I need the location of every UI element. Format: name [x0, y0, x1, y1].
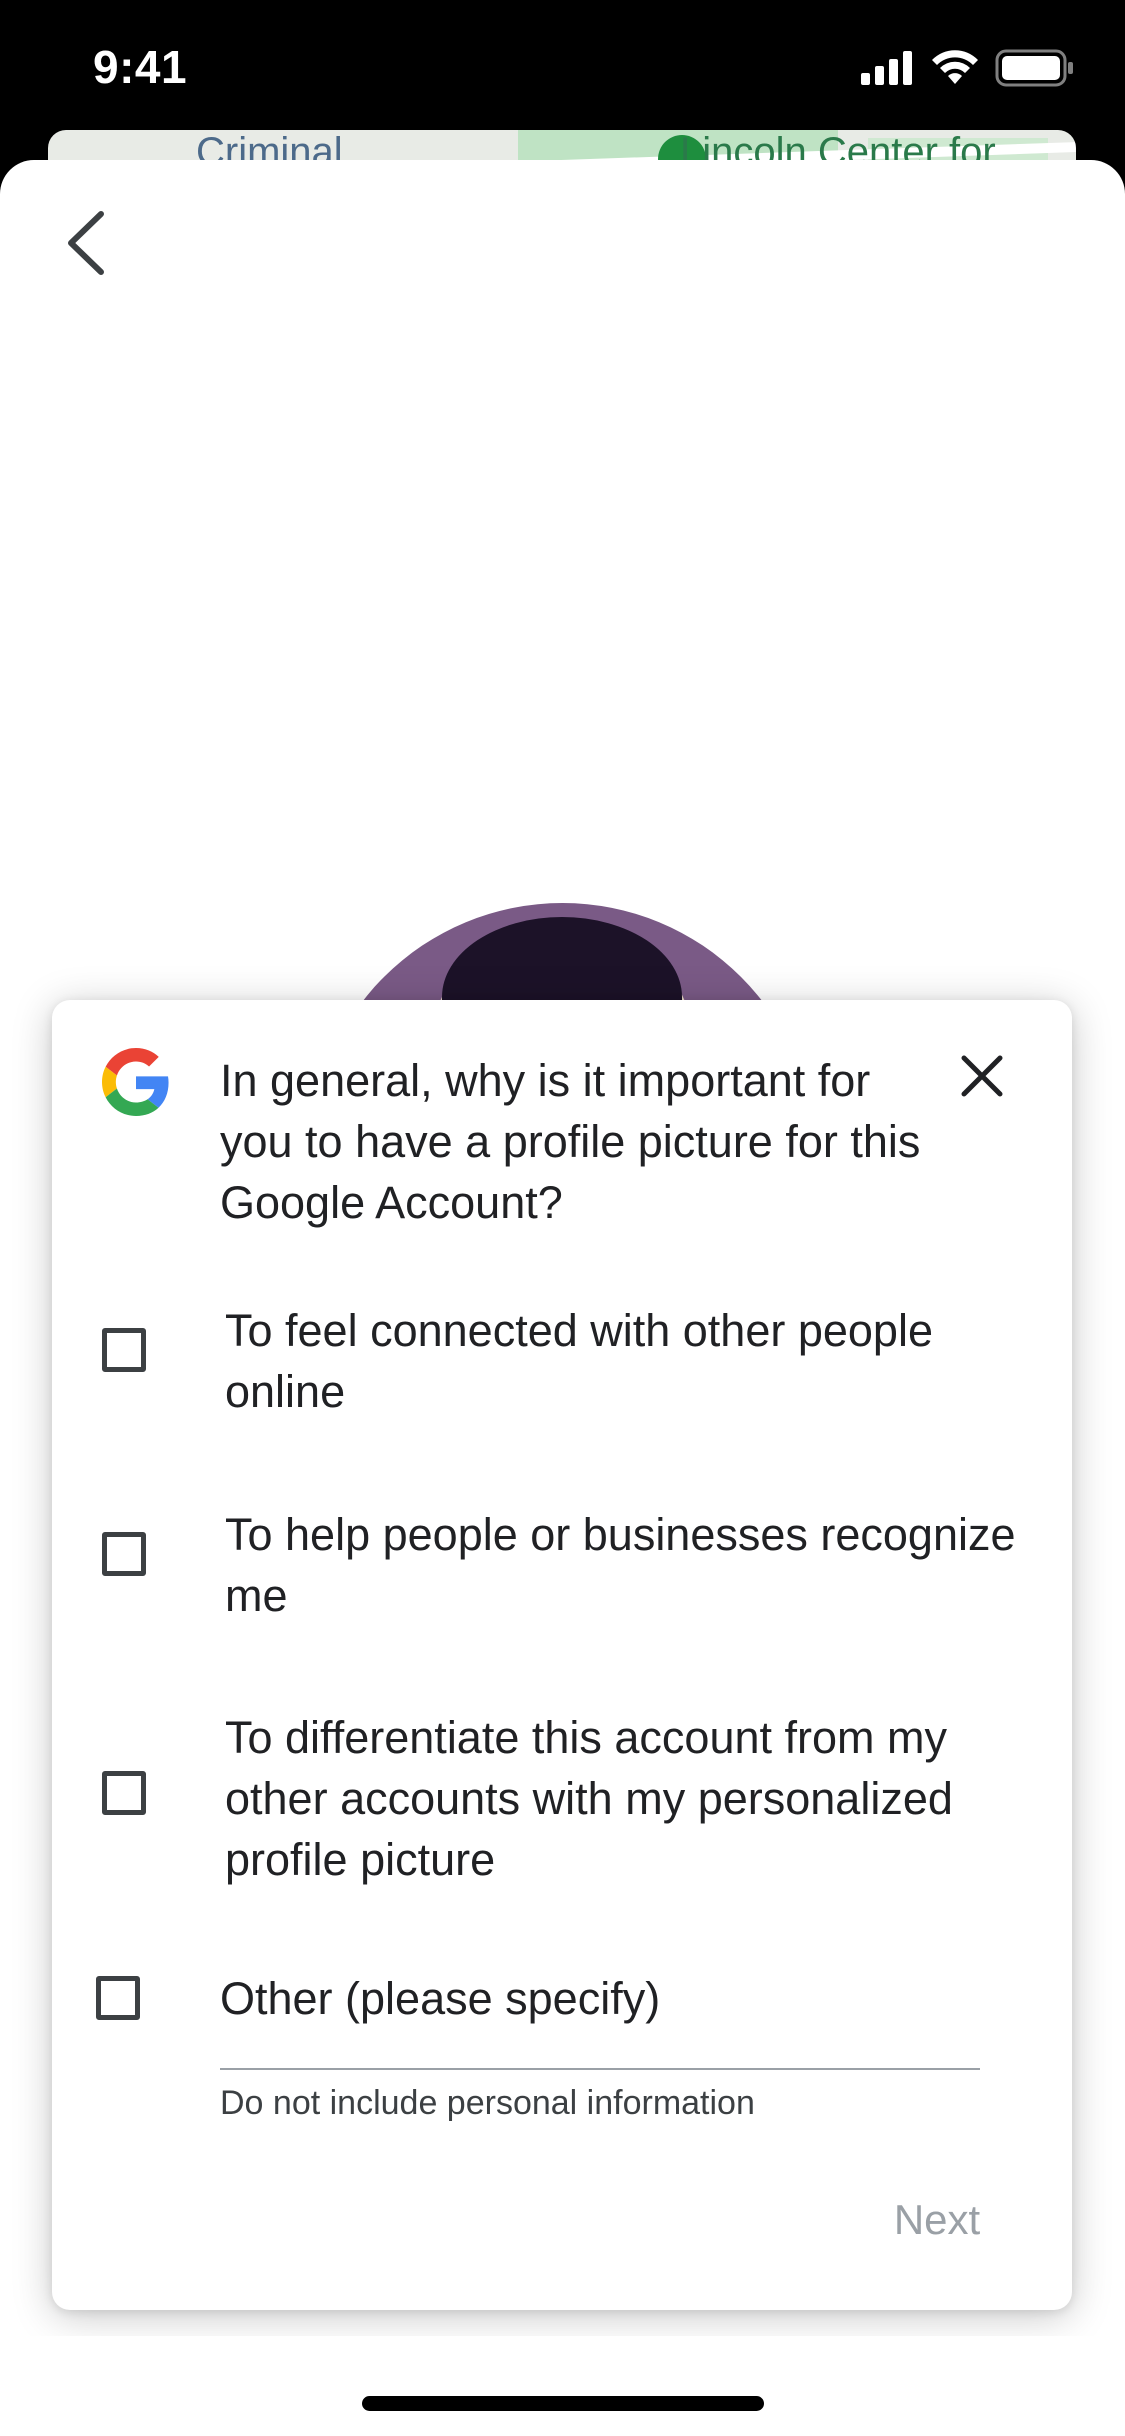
chevron-left-icon: [63, 210, 107, 281]
checkbox[interactable]: [102, 1328, 146, 1372]
option-label: Other (please specify): [220, 1973, 661, 2024]
back-button[interactable]: [50, 200, 120, 290]
option-label: To differentiate this account from my ot…: [225, 1712, 953, 1885]
option-label: To feel connected with other people onli…: [225, 1305, 933, 1417]
checkbox[interactable]: [102, 1771, 146, 1815]
next-button[interactable]: Next: [862, 2185, 1012, 2255]
checkbox[interactable]: [102, 1532, 146, 1576]
status-time: 9:41: [93, 41, 188, 93]
screen: 9:41 Criminal Lincoln Center for In gene…: [0, 0, 1125, 2436]
other-text-field[interactable]: [220, 2068, 980, 2070]
wifi-icon: [931, 49, 979, 91]
bottom-safe-area: [0, 2336, 1125, 2436]
checkbox[interactable]: [96, 1976, 140, 2020]
cellular-signal-icon: [861, 50, 915, 90]
google-logo-icon: [102, 1048, 170, 1116]
survey-question: In general, why is it important for you …: [220, 1055, 921, 1228]
status-bar: 9:41: [0, 0, 1125, 132]
survey-dialog: In general, why is it important for you …: [52, 1000, 1072, 2310]
close-icon: [960, 1054, 1004, 1103]
home-indicator[interactable]: [362, 2396, 764, 2411]
status-icons: [861, 49, 1075, 92]
helper-text: Do not include personal information: [220, 2084, 755, 2122]
battery-icon: [995, 49, 1075, 92]
close-button[interactable]: [952, 1048, 1012, 1108]
option-label: To help people or businesses recognize m…: [225, 1509, 1016, 1621]
